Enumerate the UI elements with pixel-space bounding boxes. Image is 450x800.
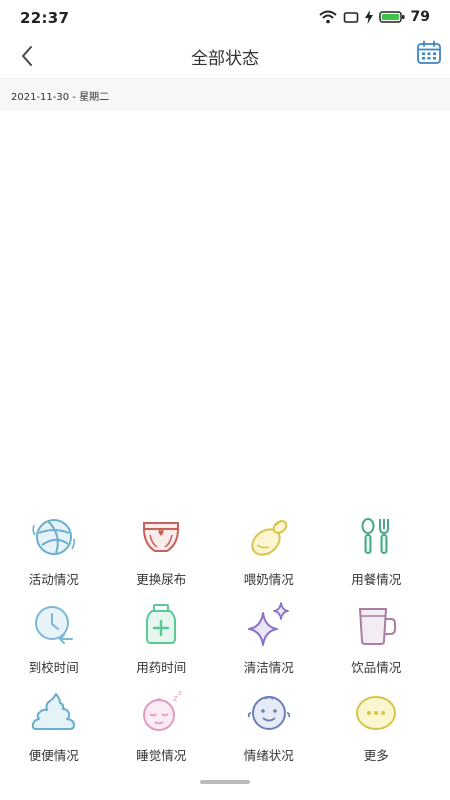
cleaning-item[interactable]: 清洁情况 <box>215 593 323 681</box>
medicine-time-item[interactable]: 用药时间 <box>108 593 216 681</box>
cup-icon <box>359 608 397 645</box>
page-title: 全部状态 <box>191 49 259 69</box>
battery-icon <box>378 11 405 23</box>
current-date: 2021-11-30 - 星期二 <box>11 92 110 103</box>
nav-bar: 全部状态 <box>0 36 450 76</box>
date-bar[interactable]: 2021-11-30 - 星期二 <box>0 78 450 111</box>
item-label: 用餐情况 <box>351 572 402 587</box>
activity-item[interactable]: 活动情况 <box>0 505 108 593</box>
ball-icon <box>32 519 75 555</box>
baby-bottle-icon <box>251 520 288 556</box>
item-label: 更换尿布 <box>136 572 187 587</box>
drink-item[interactable]: 饮品情况 <box>323 593 431 681</box>
sparkle-icon <box>247 602 289 646</box>
feeding-item[interactable]: 喂奶情况 <box>215 505 323 593</box>
item-label: 饮品情况 <box>351 660 402 675</box>
home-indicator[interactable] <box>200 780 250 784</box>
item-label: 清洁情况 <box>243 660 294 675</box>
sleep-item[interactable]: z z 睡觉情况 <box>108 681 216 769</box>
diaper-change-item[interactable]: 更换尿布 <box>108 505 216 593</box>
item-label: 喂奶情况 <box>243 572 294 587</box>
meal-item[interactable]: 用餐情况 <box>323 505 431 593</box>
diaper-icon <box>143 522 180 552</box>
sleeping-baby-icon: z z <box>143 689 182 731</box>
wifi-icon <box>318 10 337 24</box>
spoon-fork-icon <box>361 518 390 554</box>
item-label: 便便情况 <box>28 748 79 763</box>
status-time: 22:37 <box>20 9 70 27</box>
more-icon <box>356 696 397 730</box>
poop-item[interactable]: 便便情况 <box>0 681 108 769</box>
status-grid: 活动情况 更换尿布 喂奶情况 用餐情况 到校时间 用药时间 清洁情况 饮品情况 … <box>0 505 450 769</box>
status-bar: 22:37 79 <box>0 0 450 36</box>
more-item[interactable]: 更多 <box>323 681 431 769</box>
clock-icon <box>34 606 73 644</box>
arrival-time-item[interactable]: 到校时间 <box>0 593 108 681</box>
baby-face-icon <box>247 696 290 730</box>
charging-icon <box>364 10 373 24</box>
battery-level: 79 <box>410 9 430 25</box>
item-label: 睡觉情况 <box>136 748 187 763</box>
status-icons: 79 <box>318 9 430 25</box>
item-label: 情绪状况 <box>243 748 294 763</box>
item-label: 更多 <box>363 748 389 763</box>
item-label: 到校时间 <box>28 660 79 675</box>
item-label: 用药时间 <box>136 660 187 675</box>
mood-item[interactable]: 情绪状况 <box>215 681 323 769</box>
sim-icon <box>343 12 358 23</box>
item-label: 活动情况 <box>28 572 79 587</box>
medicine-bottle-icon <box>146 604 177 644</box>
svg-text:z: z <box>178 689 182 697</box>
poop-icon <box>31 693 75 730</box>
calendar-icon[interactable] <box>416 40 442 66</box>
